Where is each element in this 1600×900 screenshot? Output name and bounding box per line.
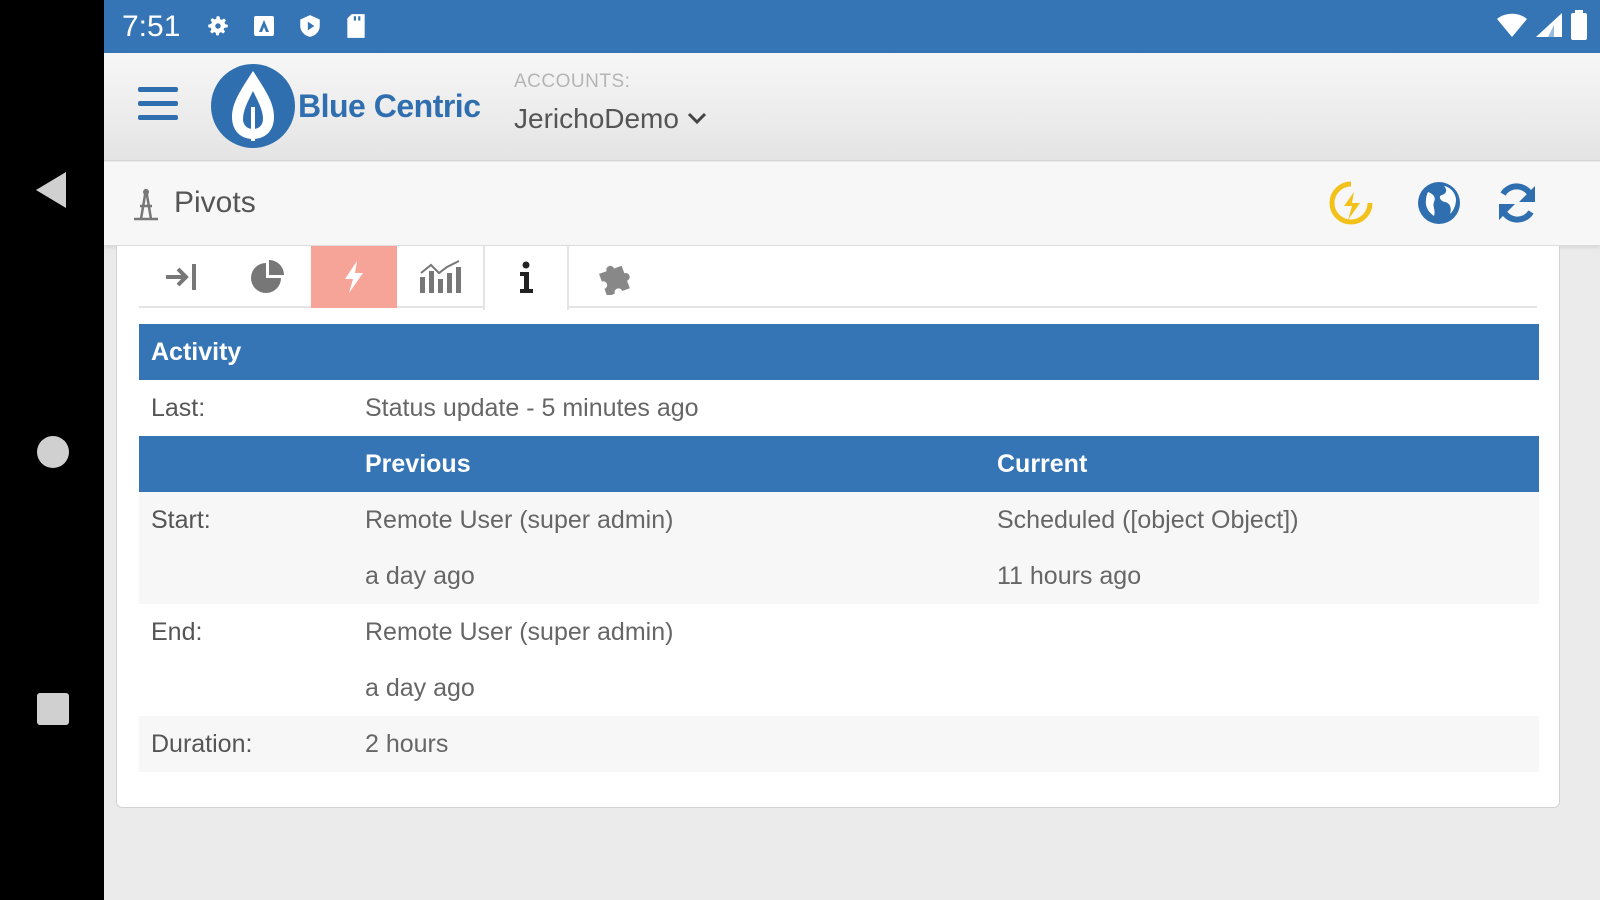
brand-name: Blue Centric: [298, 87, 481, 124]
status-bar: 7:51: [104, 0, 1600, 53]
sign-in-icon: [166, 264, 196, 290]
refresh-button[interactable]: [1492, 178, 1542, 228]
columns-header: Previous Current: [139, 436, 1539, 492]
power-bolt-button[interactable]: [1326, 178, 1376, 228]
shield-play-icon: [296, 12, 324, 40]
globe-button[interactable]: [1414, 178, 1464, 228]
content-card: Activity Last: Status update - 5 minutes…: [116, 246, 1560, 808]
end-prev-user: Remote User (super admin): [365, 617, 674, 646]
start-prev-time: a day ago: [365, 561, 475, 590]
tab-bolt[interactable]: [311, 246, 397, 308]
col-current: Current: [997, 449, 1088, 478]
table-row: Last: Status update - 5 minutes ago: [139, 380, 1539, 436]
tab-bar: [139, 246, 1537, 310]
chevron-down-icon: [687, 112, 707, 125]
last-value: Status update - 5 minutes ago: [365, 393, 699, 422]
android-nav-bar: [0, 0, 104, 900]
table-row: a day ago: [139, 660, 1539, 716]
end-label: End:: [151, 617, 203, 646]
pie-chart-icon: [251, 260, 284, 293]
refresh-icon: [1499, 183, 1535, 223]
activity-table: Activity Last: Status update - 5 minutes…: [139, 324, 1539, 772]
page-header: Pivots: [104, 162, 1600, 246]
duration-label: Duration:: [151, 729, 253, 758]
activity-title: Activity: [151, 337, 242, 366]
table-row: Start: Remote User (super admin) Schedul…: [139, 492, 1539, 548]
tab-info[interactable]: [483, 246, 569, 310]
recents-icon[interactable]: [37, 693, 69, 725]
tab-pie-chart[interactable]: [225, 246, 311, 308]
brand-logo: Blue Centric: [210, 63, 481, 149]
signal-icon: [1534, 11, 1564, 44]
home-icon[interactable]: [37, 436, 69, 468]
activity-section-header: Activity: [139, 324, 1539, 380]
puzzle-icon: [599, 265, 630, 295]
col-previous: Previous: [365, 449, 471, 478]
a-app-icon: [250, 12, 278, 40]
start-label: Start:: [151, 505, 211, 534]
menu-icon[interactable]: [138, 87, 178, 123]
tab-puzzle[interactable]: [571, 246, 657, 308]
start-curr-time: 11 hours ago: [997, 561, 1142, 590]
app-screen: 7:51 Blue Centric ACCOUNTS: JerichoDemo …: [104, 0, 1600, 900]
globe-icon: [1418, 182, 1460, 224]
status-time: 7:51: [122, 10, 181, 43]
account-name: JerichoDemo: [514, 103, 679, 134]
table-row: End: Remote User (super admin): [139, 604, 1539, 660]
bolt-icon: [345, 261, 363, 293]
last-label: Last:: [151, 393, 206, 422]
account-selector[interactable]: JerichoDemo: [514, 103, 707, 135]
start-prev-user: Remote User (super admin): [365, 505, 674, 534]
tab-bar-chart[interactable]: [397, 246, 483, 308]
gear-icon: [204, 12, 232, 40]
tab-sign-in[interactable]: [139, 246, 225, 308]
drop-logo-icon: [211, 64, 295, 148]
page-title: Pivots: [174, 186, 256, 219]
app-header: Blue Centric ACCOUNTS: JerichoDemo: [104, 53, 1600, 161]
end-prev-time: a day ago: [365, 673, 475, 702]
sd-card-icon: [342, 12, 370, 40]
info-icon: [520, 261, 533, 293]
power-bolt-icon: [1329, 181, 1373, 225]
battery-icon: [1570, 10, 1588, 45]
start-curr-status: Scheduled ([object Object]): [997, 505, 1299, 534]
pivot-icon: [134, 188, 158, 221]
table-row: Duration: 2 hours: [139, 716, 1539, 772]
table-row: a day ago 11 hours ago: [139, 548, 1539, 604]
bar-chart-icon: [420, 260, 461, 293]
back-icon[interactable]: [36, 172, 66, 208]
duration-value: 2 hours: [365, 729, 449, 758]
accounts-label: ACCOUNTS:: [514, 71, 631, 92]
wifi-icon: [1496, 11, 1528, 44]
